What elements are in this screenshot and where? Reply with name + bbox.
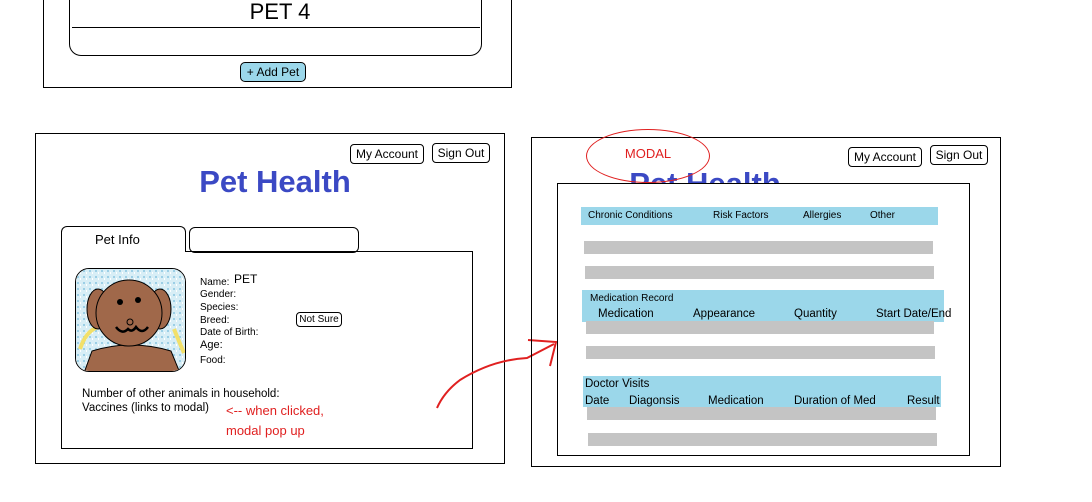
medication-column-header: Medication <box>598 308 654 320</box>
visit-medication-column-header: Medication <box>708 395 764 407</box>
food-label: Food: <box>200 355 226 366</box>
pet-photo <box>75 268 186 372</box>
table-row <box>584 241 933 254</box>
result-column-header: Result <box>907 395 940 407</box>
chronic-conditions-header: Chronic Conditions <box>588 210 673 221</box>
table-row <box>586 346 935 359</box>
other-animals-label: Number of other animals in household: <box>82 388 280 400</box>
tab-panel-top-border <box>186 251 473 252</box>
quantity-column-header: Quantity <box>794 308 837 320</box>
sign-out-button[interactable]: Sign Out <box>432 143 490 163</box>
table-row <box>585 266 934 279</box>
tab-empty[interactable] <box>189 227 359 253</box>
breed-label: Breed: <box>200 315 230 326</box>
pet-card-label: PET 4 <box>249 0 311 24</box>
table-row <box>586 321 934 334</box>
annotation-modal-popup: modal pop up <box>226 423 305 438</box>
not-sure-button[interactable]: Not Sure <box>296 312 342 327</box>
my-account-button[interactable]: My Account <box>350 144 424 164</box>
tab-pet-info[interactable]: Pet Info <box>61 226 186 252</box>
add-pet-button[interactable]: + Add Pet <box>240 62 306 82</box>
table-row <box>588 433 937 446</box>
duration-of-med-column-header: Duration of Med <box>794 395 876 407</box>
age-label: Age: <box>200 339 223 351</box>
modal-page-my-account-button[interactable]: My Account <box>848 147 922 167</box>
modal-page-sign-out-button[interactable]: Sign Out <box>930 145 988 165</box>
gender-label: Gender: <box>200 289 237 300</box>
name-value: PET <box>234 272 258 286</box>
start-end-date-column-header: Start Date/End <box>876 308 952 320</box>
name-label: Name: <box>200 277 230 288</box>
medication-record-title: Medication Record <box>590 293 674 304</box>
annotation-when-clicked: <-- when clicked, <box>226 403 324 418</box>
table-row <box>587 407 936 420</box>
dog-illustration <box>76 269 185 371</box>
appearance-column-header: Appearance <box>693 308 756 320</box>
diagnosis-column-header: Diagonsis <box>629 395 680 407</box>
other-header: Other <box>870 210 896 221</box>
vaccines-link[interactable]: Vaccines (links to modal) <box>82 401 209 415</box>
dob-label: Date of Birth: <box>200 327 259 338</box>
risk-factors-header: Risk Factors <box>713 210 769 221</box>
date-column-header: Date <box>585 395 610 407</box>
modal-annotation-label: MODAL <box>624 146 672 161</box>
doctor-visits-title: Doctor Visits <box>585 378 650 390</box>
allergies-header: Allergies <box>803 210 842 221</box>
pet-card-divider <box>72 27 480 28</box>
page-title: Pet Health <box>199 164 351 199</box>
species-label: Species: <box>200 302 239 313</box>
